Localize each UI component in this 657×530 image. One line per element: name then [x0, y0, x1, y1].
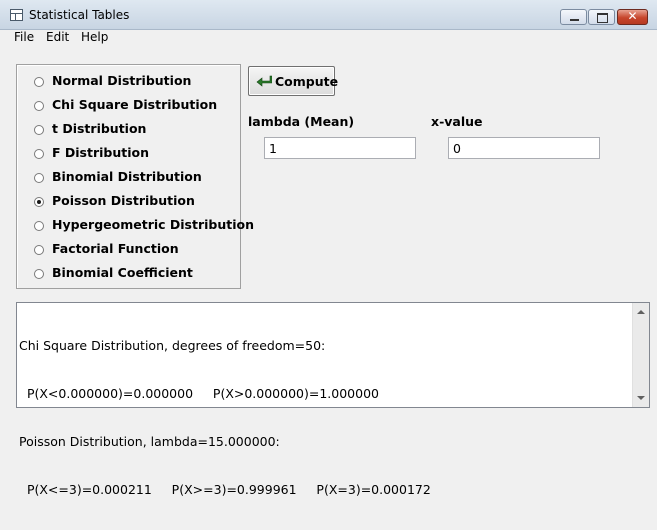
title-bar: Statistical Tables ✕: [0, 0, 657, 30]
radio-factorial-function[interactable]: Factorial Function: [34, 241, 239, 259]
radio-button[interactable]: [34, 269, 44, 279]
radio-label: Binomial Distribution: [52, 169, 202, 184]
close-icon: ✕: [627, 9, 638, 23]
maximize-button[interactable]: [588, 9, 615, 25]
radio-button[interactable]: [34, 149, 44, 159]
lambda-label: lambda (Mean): [248, 114, 355, 129]
radio-label: Factorial Function: [52, 241, 179, 256]
app-table-icon: [10, 9, 23, 21]
radio-button[interactable]: [34, 173, 44, 183]
menu-edit[interactable]: Edit: [46, 30, 69, 44]
radio-button[interactable]: [34, 245, 44, 255]
menu-help[interactable]: Help: [81, 30, 108, 44]
vertical-scrollbar[interactable]: [632, 303, 649, 407]
scroll-down-arrow-icon[interactable]: [637, 396, 645, 400]
radio-label: Normal Distribution: [52, 73, 192, 88]
x-value-input[interactable]: [448, 137, 600, 159]
radio-label: Poisson Distribution: [52, 193, 195, 208]
radio-chi-square-distribution[interactable]: Chi Square Distribution: [34, 97, 239, 115]
radio-label: Hypergeometric Distribution: [52, 217, 255, 232]
output-line: P(X<0.000000)=0.000000 P(X>0.000000)=1.0…: [19, 386, 379, 401]
output-textarea[interactable]: Chi Square Distribution, degrees of free…: [16, 302, 650, 497]
compute-button[interactable]: Compute: [248, 66, 339, 96]
output-text: Chi Square Distribution, degrees of free…: [19, 306, 431, 530]
menu-bar: File Edit Help: [0, 30, 657, 47]
enter-arrow-icon: [256, 75, 272, 87]
radio-binomial-distribution[interactable]: Binomial Distribution: [34, 169, 239, 187]
output-line: Chi Square Distribution, degrees of free…: [19, 338, 326, 353]
radio-button[interactable]: [34, 221, 44, 231]
output-line: Poisson Distribution, lambda=15.000000:: [19, 434, 280, 449]
menu-file[interactable]: File: [14, 30, 34, 44]
radio-button[interactable]: [34, 77, 44, 87]
x-value-label: x-value: [431, 114, 483, 129]
output-line: P(X<=3)=0.000211 P(X>=3)=0.999961 P(X=3)…: [19, 482, 431, 497]
compute-label: Compute: [275, 74, 339, 89]
radio-label: F Distribution: [52, 145, 150, 160]
scroll-up-arrow-icon[interactable]: [637, 310, 645, 314]
radio-hypergeometric-distribution[interactable]: Hypergeometric Distribution: [34, 217, 254, 235]
close-button[interactable]: ✕: [617, 9, 648, 25]
radio-t-distribution[interactable]: t Distribution: [34, 121, 239, 139]
radio-binomial-coefficient[interactable]: Binomial Coefficient: [34, 265, 239, 283]
lambda-input[interactable]: [264, 137, 416, 159]
radio-button-selected[interactable]: [34, 197, 44, 207]
radio-label: Chi Square Distribution: [52, 97, 218, 112]
radio-label: Binomial Coefficient: [52, 265, 193, 280]
minimize-button[interactable]: [560, 9, 587, 25]
radio-normal-distribution[interactable]: Normal Distribution: [34, 73, 239, 91]
radio-poisson-distribution[interactable]: Poisson Distribution: [34, 193, 239, 211]
window-title: Statistical Tables: [29, 8, 130, 22]
radio-button[interactable]: [34, 101, 44, 111]
radio-label: t Distribution: [52, 121, 147, 136]
maximize-icon: [597, 13, 608, 23]
radio-f-distribution[interactable]: F Distribution: [34, 145, 239, 163]
distribution-panel: Normal Distribution Chi Square Distribut…: [16, 64, 254, 289]
minimize-icon: [570, 19, 579, 21]
radio-button[interactable]: [34, 125, 44, 135]
